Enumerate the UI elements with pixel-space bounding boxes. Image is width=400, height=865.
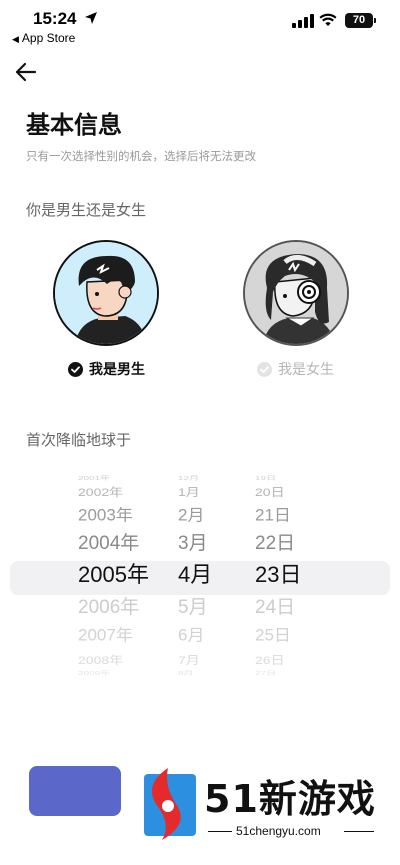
- year-option[interactable]: 2008年: [78, 654, 123, 665]
- watermark-url: 51chengyu.com: [236, 824, 321, 838]
- page-title: 基本信息: [26, 111, 122, 139]
- male-avatar-illustration: [55, 242, 157, 344]
- day-option[interactable]: 24日: [255, 598, 295, 617]
- female-avatar[interactable]: [243, 240, 349, 346]
- page-subtitle: 只有一次选择性别的机会，选择后将无法更改: [26, 149, 256, 163]
- year-option[interactable]: 2002年: [78, 486, 123, 497]
- year-option[interactable]: 2005年: [78, 564, 149, 586]
- day-option[interactable]: 20日: [255, 486, 285, 497]
- day-option[interactable]: 23日: [255, 564, 301, 586]
- gender-option-female-label: 我是女生: [278, 362, 334, 378]
- month-option[interactable]: 3月: [178, 534, 208, 553]
- watermark-logo: 51新游戏 51chengyu.com: [138, 766, 383, 846]
- check-circle-icon: [68, 361, 83, 377]
- month-option[interactable]: 6月: [178, 627, 204, 643]
- month-option[interactable]: 7月: [178, 654, 200, 665]
- day-option[interactable]: 21日: [255, 507, 291, 523]
- month-option[interactable]: 1月: [178, 486, 200, 497]
- day-option[interactable]: 19日: [255, 476, 276, 482]
- month-option[interactable]: 12月: [178, 476, 199, 482]
- status-time: 15:24: [33, 9, 77, 28]
- back-app-label: App Store: [21, 31, 76, 45]
- year-option[interactable]: 2001年: [78, 476, 110, 482]
- day-wheel[interactable]: 19日 20日 21日 22日 23日 24日 25日 26日 27日: [255, 472, 305, 678]
- birthday-picker[interactable]: 2001年 2002年 2003年 2004年 2005年 2006年 2007年 2008年…: [10, 472, 390, 678]
- day-option[interactable]: 22日: [255, 534, 295, 553]
- male-avatar[interactable]: [53, 240, 159, 346]
- year-option[interactable]: 2006年: [78, 598, 139, 617]
- month-wheel[interactable]: 12月 1月 2月 3月 4月 5月 6月 7月 8月: [178, 472, 218, 678]
- month-option[interactable]: 2月: [178, 507, 204, 523]
- year-option[interactable]: 2007年: [78, 627, 133, 643]
- watermark-divider: [208, 831, 232, 832]
- day-option[interactable]: 26日: [255, 654, 285, 665]
- gender-option-male[interactable]: 我是男生: [68, 359, 145, 379]
- watermark-divider: [344, 831, 374, 832]
- confirm-button[interactable]: [29, 766, 121, 816]
- location-arrow-icon: [85, 12, 97, 24]
- signal-icon: [292, 14, 314, 28]
- year-option[interactable]: 2009年: [78, 671, 110, 677]
- gender-option-female[interactable]: 我是女生: [257, 359, 334, 379]
- month-option[interactable]: 5月: [178, 598, 208, 617]
- month-option[interactable]: 4月: [178, 564, 212, 586]
- gender-question: 你是男生还是女生: [26, 201, 147, 219]
- watermark-emblem-icon: [144, 768, 196, 840]
- year-option[interactable]: 2004年: [78, 534, 139, 553]
- day-option[interactable]: 27日: [255, 671, 276, 677]
- birthday-question: 首次降临地球于: [26, 431, 132, 449]
- day-option[interactable]: 25日: [255, 627, 291, 643]
- wifi-icon: [319, 13, 337, 26]
- back-to-app-store-link[interactable]: ◀ App Store: [12, 31, 75, 45]
- watermark-brand: 51新游戏: [204, 777, 376, 821]
- battery-icon: 70: [345, 13, 376, 28]
- female-avatar-illustration: [245, 242, 347, 344]
- status-bar: 15:24 ◀ App Store 70: [0, 0, 400, 50]
- back-arrow-icon[interactable]: [14, 61, 38, 83]
- year-option[interactable]: 2003年: [78, 507, 133, 523]
- month-option[interactable]: 8月: [178, 671, 194, 677]
- gender-option-male-label: 我是男生: [89, 362, 145, 378]
- check-circle-icon: [257, 361, 272, 377]
- year-wheel[interactable]: 2001年 2002年 2003年 2004年 2005年 2006年 2007年 2008年…: [78, 472, 168, 678]
